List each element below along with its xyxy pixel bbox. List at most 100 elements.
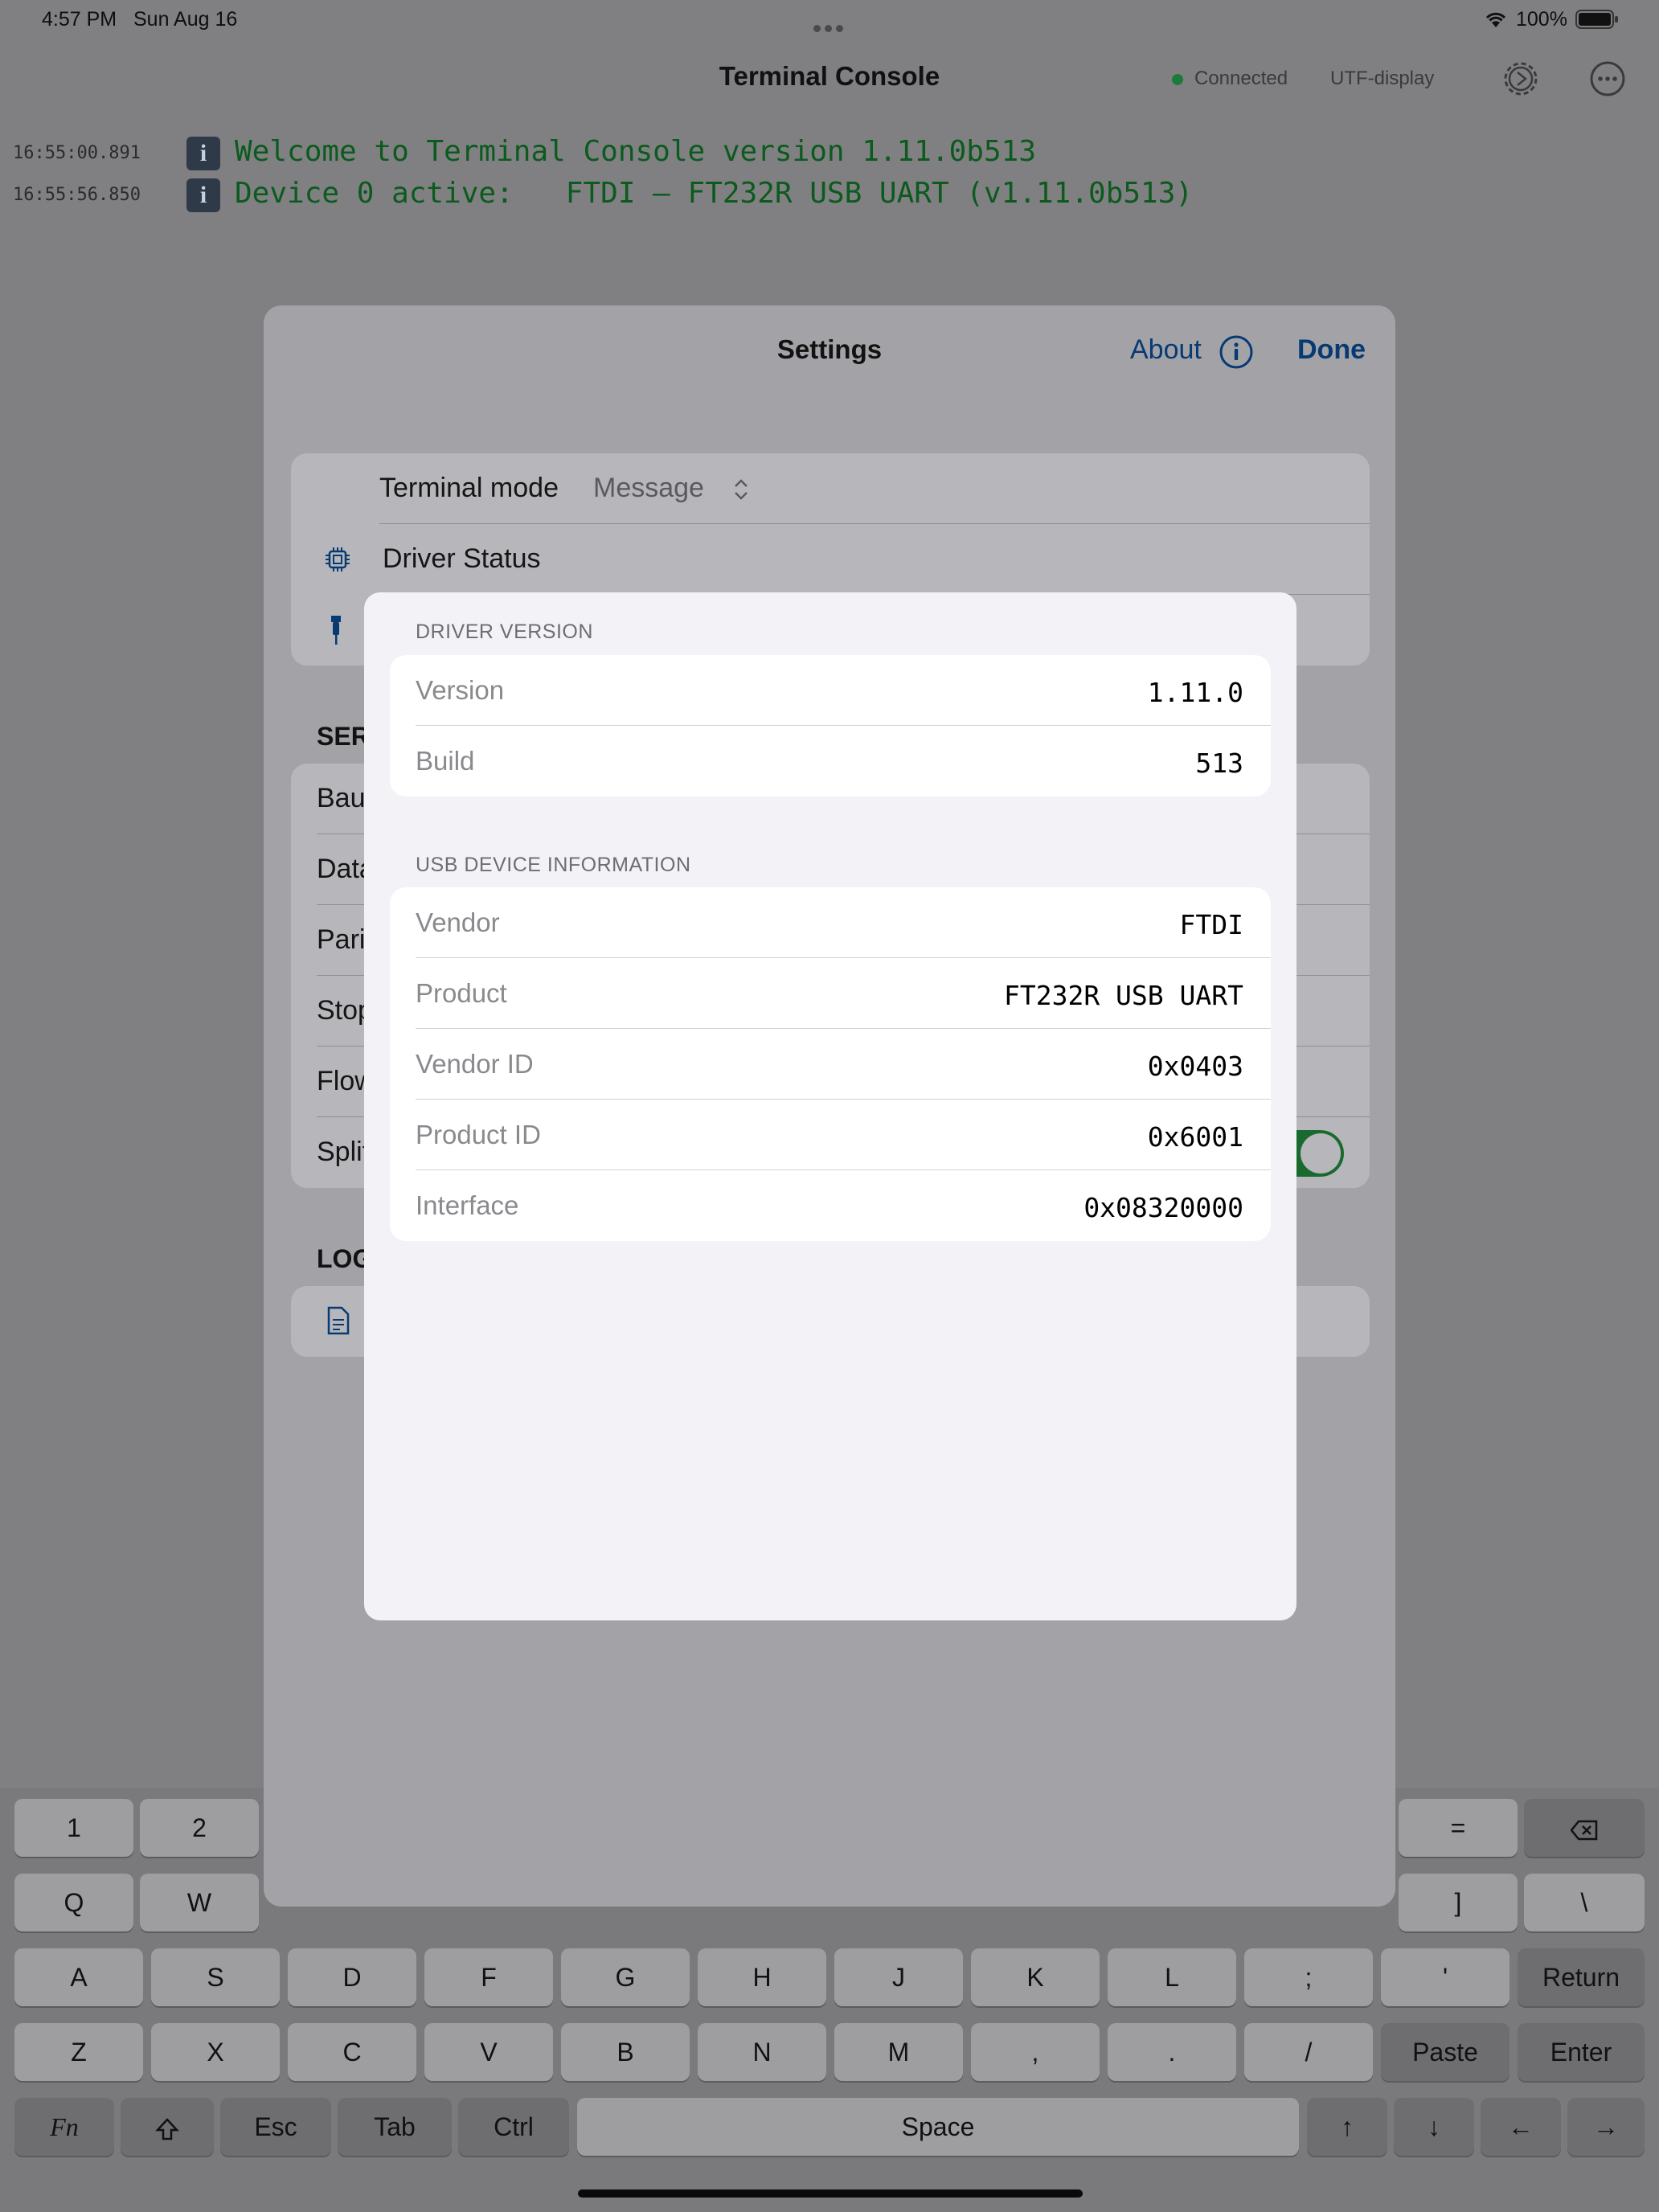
terminal-mode-label: Terminal mode — [379, 473, 559, 503]
key-arrow-down[interactable]: ↓ — [1394, 2098, 1474, 2156]
key-backspace[interactable] — [1524, 1799, 1645, 1857]
key-return[interactable]: Return — [1518, 1948, 1645, 2006]
info-icon: i — [186, 178, 220, 212]
key-1[interactable]: 1 — [14, 1799, 133, 1857]
key-m[interactable]: M — [834, 2023, 963, 2081]
key-equals[interactable]: = — [1399, 1799, 1518, 1857]
key-v[interactable]: V — [424, 2023, 553, 2081]
key-arrow-up[interactable]: ↑ — [1307, 2098, 1387, 2156]
console-line: 16:55:00.891 i Welcome to Terminal Conso… — [0, 132, 1659, 172]
key-esc[interactable]: Esc — [220, 2098, 331, 2156]
key-b[interactable]: B — [561, 2023, 690, 2081]
key-fn[interactable]: Fn — [14, 2098, 114, 2156]
driver-version-row: Version 1.11.0 — [390, 655, 1271, 726]
usb-device-info-header: USB DEVICE INFORMATION — [416, 854, 691, 876]
interface-row: Interface 0x08320000 — [390, 1170, 1271, 1241]
vendor-value: FTDI — [1179, 909, 1243, 940]
interface-value: 0x08320000 — [1083, 1192, 1243, 1223]
product-id-label: Product ID — [416, 1120, 541, 1149]
usb-device-info-group: Vendor FTDI Product FT232R USB UART Vend… — [390, 887, 1271, 1241]
chip-icon — [326, 547, 350, 571]
battery-icon — [1575, 10, 1618, 29]
console-timestamp: 16:55:00.891 — [13, 143, 141, 163]
key-c[interactable]: C — [288, 2023, 416, 2081]
key-period[interactable]: . — [1108, 2023, 1236, 2081]
key-slash[interactable]: / — [1244, 2023, 1373, 2081]
driver-build-row: Build 513 — [390, 726, 1271, 797]
key-s[interactable]: S — [151, 1948, 280, 2006]
connection-status-label: Connected — [1194, 68, 1288, 89]
info-icon: i — [186, 137, 220, 170]
version-value: 1.11.0 — [1147, 677, 1243, 708]
key-quote[interactable]: ' — [1381, 1948, 1509, 2006]
terminal-mode-value[interactable]: Message — [593, 473, 704, 504]
key-f[interactable]: F — [424, 1948, 553, 2006]
serial-section-header: SER — [317, 722, 370, 751]
key-k[interactable]: K — [971, 1948, 1100, 2006]
terminal-mode-row[interactable]: Terminal mode Message — [291, 453, 1370, 524]
key-arrow-left[interactable]: ← — [1481, 2098, 1561, 2156]
key-n[interactable]: N — [698, 2023, 826, 2081]
driver-version-header: DRIVER VERSION — [416, 621, 593, 643]
product-id-value: 0x6001 — [1147, 1121, 1243, 1153]
key-q[interactable]: Q — [14, 1874, 133, 1931]
vendor-label: Vendor — [416, 907, 500, 937]
console-message: Device 0 active: FTDI — FT232R USB UART … — [235, 177, 1194, 210]
baud-label: Bau — [317, 783, 366, 813]
key-l[interactable]: L — [1108, 1948, 1236, 2006]
product-id-row: Product ID 0x6001 — [390, 1100, 1271, 1170]
key-2[interactable]: 2 — [140, 1799, 259, 1857]
product-label: Product — [416, 978, 507, 1008]
build-value: 513 — [1195, 748, 1243, 779]
key-space[interactable]: Space — [577, 2098, 1299, 2156]
connection-status-dot-icon — [1172, 74, 1183, 85]
key-right-bracket[interactable]: ] — [1399, 1874, 1518, 1931]
key-a[interactable]: A — [14, 1948, 143, 2006]
key-tab[interactable]: Tab — [338, 2098, 452, 2156]
key-d[interactable]: D — [288, 1948, 416, 2006]
multitasking-dots-icon[interactable] — [813, 14, 847, 38]
key-h[interactable]: H — [698, 1948, 826, 2006]
driver-status-row[interactable]: Driver Status — [291, 524, 1370, 595]
document-icon — [327, 1306, 350, 1335]
driver-status-label: Driver Status — [383, 543, 541, 574]
about-button[interactable]: About — [1130, 334, 1202, 366]
home-indicator[interactable] — [578, 2189, 1083, 2198]
key-shift[interactable] — [121, 2098, 214, 2156]
product-value: FT232R USB UART — [1003, 980, 1243, 1011]
key-g[interactable]: G — [561, 1948, 690, 2006]
info-circle-icon[interactable] — [1219, 334, 1254, 370]
key-enter[interactable]: Enter — [1518, 2023, 1645, 2081]
build-label: Build — [416, 746, 475, 776]
console-timestamp: 16:55:56.850 — [13, 185, 141, 205]
shift-icon — [155, 2117, 179, 2140]
key-j[interactable]: J — [834, 1948, 963, 2006]
key-w[interactable]: W — [140, 1874, 259, 1931]
vendor-id-label: Vendor ID — [416, 1049, 534, 1079]
status-time: 4:57 PM — [42, 8, 117, 31]
vendor-row: Vendor FTDI — [390, 887, 1271, 958]
wifi-icon — [1485, 12, 1506, 27]
more-options-icon[interactable] — [1587, 58, 1628, 100]
key-z[interactable]: Z — [14, 2023, 143, 2081]
key-arrow-right[interactable]: → — [1567, 2098, 1645, 2156]
vendor-id-value: 0x0403 — [1147, 1051, 1243, 1082]
status-bar: 4:57 PM Sun Aug 16 100% — [0, 0, 1659, 40]
driver-status-modal: DRIVER VERSION Version 1.11.0 Build 513 … — [364, 592, 1296, 1620]
version-label: Version — [416, 675, 505, 705]
split-label: Split — [317, 1137, 371, 1167]
key-semicolon[interactable]: ; — [1244, 1948, 1373, 2006]
done-button[interactable]: Done — [1297, 334, 1366, 366]
backspace-icon — [1570, 1820, 1598, 1840]
display-mode-button[interactable]: UTF-display — [1330, 68, 1434, 90]
console-line: 16:55:56.850 i Device 0 active: FTDI — F… — [0, 174, 1659, 214]
gear-icon[interactable] — [1500, 58, 1542, 100]
key-x[interactable]: X — [151, 2023, 280, 2081]
key-ctrl[interactable]: Ctrl — [458, 2098, 569, 2156]
key-comma[interactable]: , — [971, 2023, 1100, 2081]
product-row: Product FT232R USB UART — [390, 958, 1271, 1029]
key-paste[interactable]: Paste — [1381, 2023, 1509, 2081]
vendor-id-row: Vendor ID 0x0403 — [390, 1029, 1271, 1100]
key-backslash[interactable]: \ — [1524, 1874, 1645, 1931]
usb-plug-icon — [331, 616, 341, 645]
